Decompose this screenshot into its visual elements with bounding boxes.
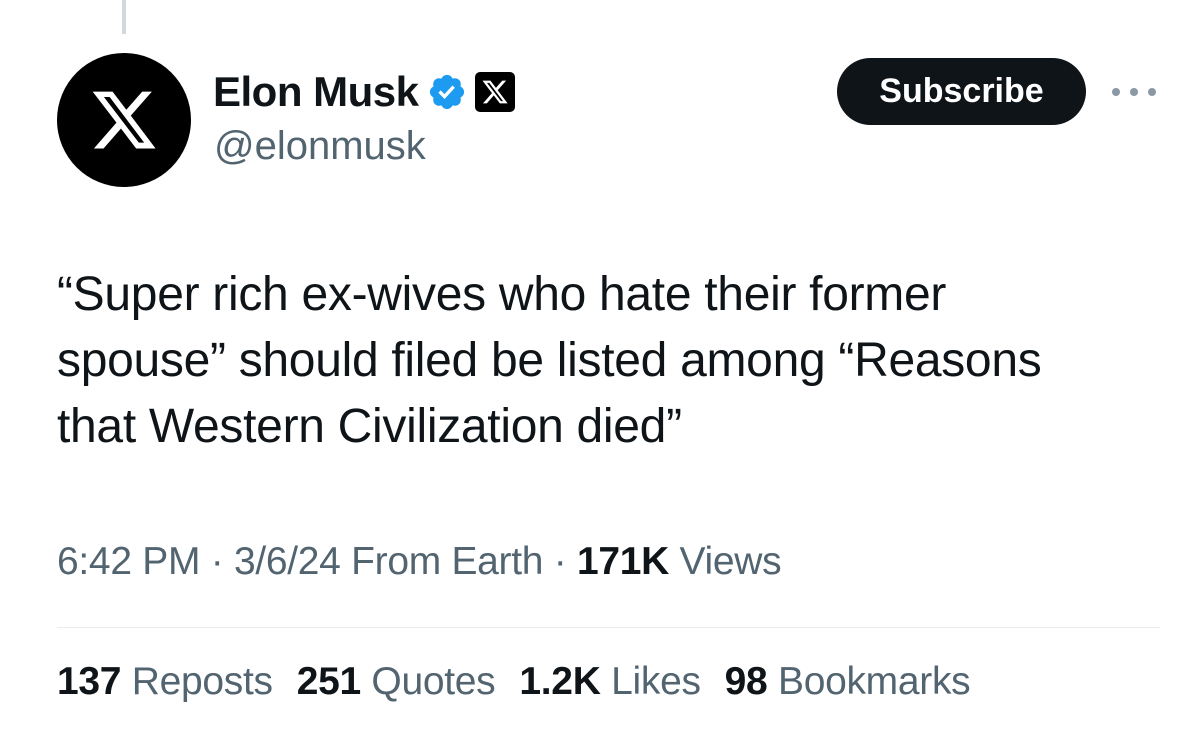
author-display-name[interactable]: Elon Musk [213, 68, 419, 116]
stat-count: 98 [724, 660, 768, 703]
tweet-meta: 6:42 PM · 3/6/24 From Earth · 171K Views [57, 540, 782, 584]
stat-label: Reposts [131, 660, 273, 703]
subscribe-button[interactable]: Subscribe [837, 58, 1086, 125]
stat-label: Likes [611, 660, 701, 703]
tweet-text-line: that Western Civilization died” [57, 400, 682, 453]
tweet-date[interactable]: 3/6/24 [234, 540, 341, 583]
engagement-stats: 137 Reposts 251 Quotes 1.2K Likes 98 Boo… [57, 660, 971, 704]
x-logo-icon [92, 91, 156, 149]
dot-icon [1148, 88, 1156, 96]
author-name-row: Elon Musk [213, 66, 515, 118]
dot-icon [1130, 88, 1138, 96]
author-handle[interactable]: @elonmusk [214, 124, 426, 169]
tweet-detail: Elon Musk @elonmusk Subscribe “Super ric… [0, 0, 1200, 744]
meta-separator: · [553, 540, 567, 583]
meta-separator: · [210, 540, 224, 583]
tweet-source: From Earth [351, 540, 544, 583]
stat-count: 1.2K [519, 660, 601, 703]
x-logo-small-icon [481, 80, 508, 104]
tweet-time[interactable]: 6:42 PM [57, 540, 200, 583]
divider [57, 627, 1160, 628]
avatar[interactable] [57, 53, 191, 187]
tweet-text-line: spouse” should filed be listed among “Re… [57, 334, 1042, 387]
thread-connector-line [122, 0, 126, 34]
stat-count: 137 [57, 660, 122, 703]
stat-quotes[interactable]: 251 Quotes [297, 660, 496, 704]
stat-count: 251 [296, 660, 361, 703]
stat-label: Quotes [371, 660, 496, 703]
tweet-text: “Super rich ex-wives who hate their form… [57, 262, 1167, 460]
verified-badge-icon[interactable] [427, 72, 467, 112]
views-count: 171K [576, 540, 669, 583]
stat-reposts[interactable]: 137 Reposts [57, 660, 273, 704]
x-affiliate-badge-icon[interactable] [474, 72, 515, 112]
stat-bookmarks[interactable]: 98 Bookmarks [725, 660, 971, 704]
stat-likes[interactable]: 1.2K Likes [519, 660, 701, 704]
stat-label: Bookmarks [777, 660, 971, 703]
dot-icon [1112, 88, 1120, 96]
tweet-text-line: “Super rich ex-wives who hate their form… [57, 268, 947, 321]
views-label: Views [679, 540, 782, 583]
more-options-icon[interactable] [1112, 78, 1156, 106]
